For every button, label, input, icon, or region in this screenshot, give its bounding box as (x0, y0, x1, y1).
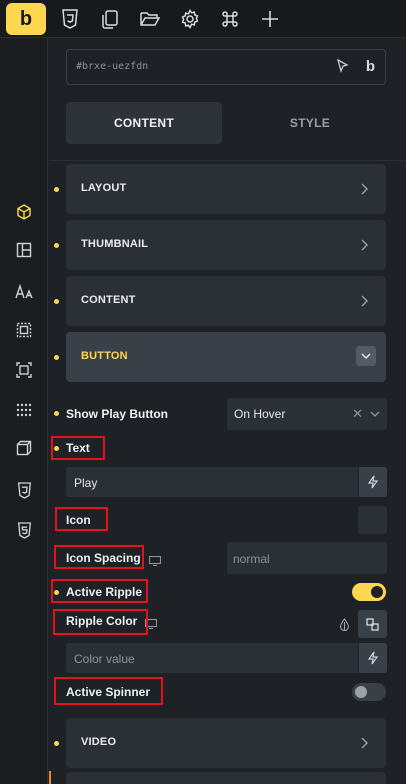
scroll-indicator (49, 771, 51, 784)
element-id-text: #brxe-uezfdn (76, 61, 149, 72)
html5-icon[interactable] (12, 518, 36, 542)
section-layout[interactable]: LAYOUT (66, 164, 386, 214)
copy-icon[interactable] (98, 7, 122, 31)
tab-content[interactable]: CONTENT (66, 102, 222, 144)
highlight-box (53, 609, 148, 635)
toggle-knob (371, 586, 383, 598)
monitor-icon[interactable] (148, 553, 162, 567)
layout-icon[interactable] (12, 238, 36, 262)
box-dashed-icon[interactable] (12, 318, 36, 342)
modified-dot (54, 187, 59, 192)
frame-icon[interactable] (12, 358, 36, 382)
modified-dot (54, 299, 59, 304)
settings-tabs: CONTENT STYLE (66, 102, 386, 144)
box-3d-icon[interactable] (12, 436, 36, 460)
plus-icon[interactable] (258, 7, 282, 31)
icon-picker-button[interactable] (358, 506, 387, 534)
tab-style[interactable]: STYLE (232, 102, 388, 144)
logo-letter: b (19, 7, 33, 30)
section-button[interactable]: BUTTON (66, 332, 386, 382)
modified-dot (54, 243, 59, 248)
element-id-field[interactable]: #brxe-uezfdn b (66, 49, 386, 85)
dynamic-data-button[interactable] (359, 467, 387, 497)
css3-icon[interactable] (58, 7, 82, 31)
builder-logo-button[interactable]: b (6, 3, 46, 35)
css3-icon[interactable] (12, 478, 36, 502)
highlight-box (55, 507, 108, 531)
color-value-input[interactable]: Color value (66, 643, 358, 673)
input-placeholder: normal (233, 552, 270, 566)
highlight-box (51, 579, 148, 603)
color-picker-button[interactable] (358, 610, 387, 638)
active-spinner-toggle[interactable] (352, 683, 386, 701)
modified-dot (54, 741, 59, 746)
section-content[interactable]: CONTENT (66, 276, 386, 326)
icon-spacing-input[interactable]: normal (227, 542, 387, 574)
highlight-box (54, 677, 163, 705)
highlight-box (51, 436, 105, 460)
typography-icon[interactable] (12, 280, 36, 304)
top-toolbar: b (0, 0, 406, 38)
grid-dots-icon[interactable] (12, 398, 36, 422)
chevron-right-icon (356, 237, 372, 253)
chevron-right-icon (356, 181, 372, 197)
select-value: On Hover (234, 407, 286, 421)
section-video[interactable]: VIDEO (66, 718, 386, 768)
modified-dot (54, 411, 59, 416)
show-play-button-label: Show Play Button (66, 407, 168, 421)
section-label: VIDEO (81, 736, 117, 748)
chevron-right-icon (356, 735, 372, 751)
text-value: Play (74, 476, 98, 490)
command-icon[interactable] (218, 7, 242, 31)
chevron-down-icon[interactable] (356, 346, 376, 366)
left-rail (0, 38, 48, 784)
clear-icon[interactable]: ✕ (352, 406, 363, 422)
droplet-icon[interactable] (339, 618, 350, 636)
section-thumbnail[interactable]: THUMBNAIL (66, 220, 386, 270)
show-play-button-select[interactable]: On Hover ✕ (227, 398, 387, 430)
chevron-down-icon (369, 407, 381, 425)
active-ripple-toggle[interactable] (352, 583, 386, 601)
highlight-box (54, 545, 144, 569)
modified-dot (54, 355, 59, 360)
section-label: THUMBNAIL (81, 238, 149, 250)
toggle-knob (355, 686, 367, 698)
section-label: CONTENT (81, 294, 136, 306)
input-placeholder: Color value (74, 652, 135, 666)
gear-icon[interactable] (178, 7, 202, 31)
chevron-right-icon (356, 293, 372, 309)
id-badge[interactable]: b (366, 58, 375, 75)
section-label: BUTTON (81, 350, 128, 362)
divider (49, 160, 406, 161)
cube-icon[interactable] (12, 200, 36, 224)
dynamic-data-button[interactable] (359, 643, 387, 673)
section-next-partial[interactable] (66, 772, 386, 784)
text-input[interactable]: Play (66, 467, 358, 497)
element-settings-panel: #brxe-uezfdn b CONTENT STYLE LAYOUT THUM… (49, 38, 406, 784)
folder-open-icon[interactable] (138, 7, 162, 31)
section-label: LAYOUT (81, 182, 127, 194)
cursor-arrow-icon[interactable] (336, 58, 349, 78)
